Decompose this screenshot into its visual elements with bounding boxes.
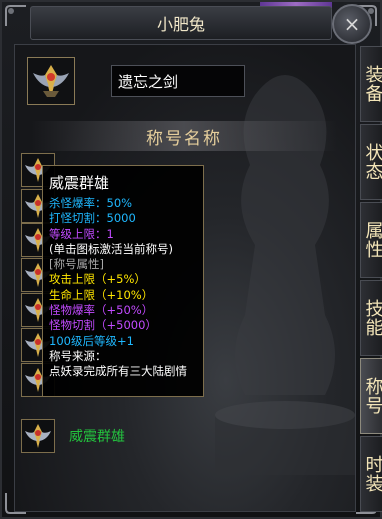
side-tab-4[interactable]: 称号 [360,358,382,434]
side-tab-label: 称号 [362,377,382,415]
window-title: 小肥兔 [156,15,205,34]
side-tab-5[interactable]: 时装 [360,436,382,512]
tooltip-line: 攻击上限（+5%） [49,272,146,287]
side-tab-1[interactable]: 状态 [360,124,382,200]
close-icon: × [343,12,361,36]
title-list-label: 威震群雄 [69,429,125,445]
tooltip-line: 等级上限：1 [49,226,114,241]
side-tab-2[interactable]: 属性 [360,202,382,278]
title-bar[interactable]: 小肥兔 [30,6,332,40]
dragon-statue-backdrop [215,55,355,475]
tooltip-line: [称号属性] [49,257,104,272]
side-tab-bar: 装备状态属性技能称号时装 [360,46,382,516]
title-tooltip: 威震群雄 杀怪爆率：50% 打怪切割：5000 等级上限：1 (单击图标激活当前称号)… [42,165,204,397]
winged-crest-icon [33,65,69,97]
side-tab-label: 状态 [362,143,382,181]
tooltip-line: 杀怪爆率：50% [49,196,133,210]
tooltip-title: 威震群雄 [49,174,110,192]
tooltip-lines: 杀怪爆率：50% 打怪切割：5000 等级上限：1 (单击图标激活当前称号) [称号属性… [49,196,197,380]
title-badge-icon[interactable] [21,419,55,453]
side-tab-label: 技能 [362,299,382,337]
tooltip-line: 生命上限（+10%） [49,287,154,302]
side-tab-3[interactable]: 技能 [360,280,382,356]
close-button[interactable]: × [332,4,372,44]
side-tab-0[interactable]: 装备 [360,46,382,122]
tooltip-line: 点妖录完成所有三大陆剧情 [49,364,187,379]
tooltip-line: (单击图标激活当前称号) [49,241,173,256]
character-window: 小肥兔 × 遗忘之剑 称号名称 威震群雄 威震群雄 杀怪爆率：50% 打怪切割：… [0,0,382,519]
tooltip-line: 打怪切割：5000 [49,211,136,226]
side-tab-label: 装备 [362,65,382,103]
active-title-icon-slot[interactable] [27,57,75,105]
side-tab-label: 时装 [362,455,382,493]
title-name-header: 称号名称 [31,121,337,151]
tooltip-line: 怪物爆率（+50%） [49,303,154,318]
tooltip-line: 称号来源： [49,348,107,363]
side-tab-label: 属性 [362,221,382,259]
tooltip-line: 100级后等级+1 [49,333,134,348]
dragon-ornament-icon [4,4,28,28]
current-title-name: 遗忘之剑 [111,65,245,97]
tooltip-line: 怪物切割（+5000） [49,318,157,333]
title-list-item[interactable]: 威震群雄 [21,419,201,453]
